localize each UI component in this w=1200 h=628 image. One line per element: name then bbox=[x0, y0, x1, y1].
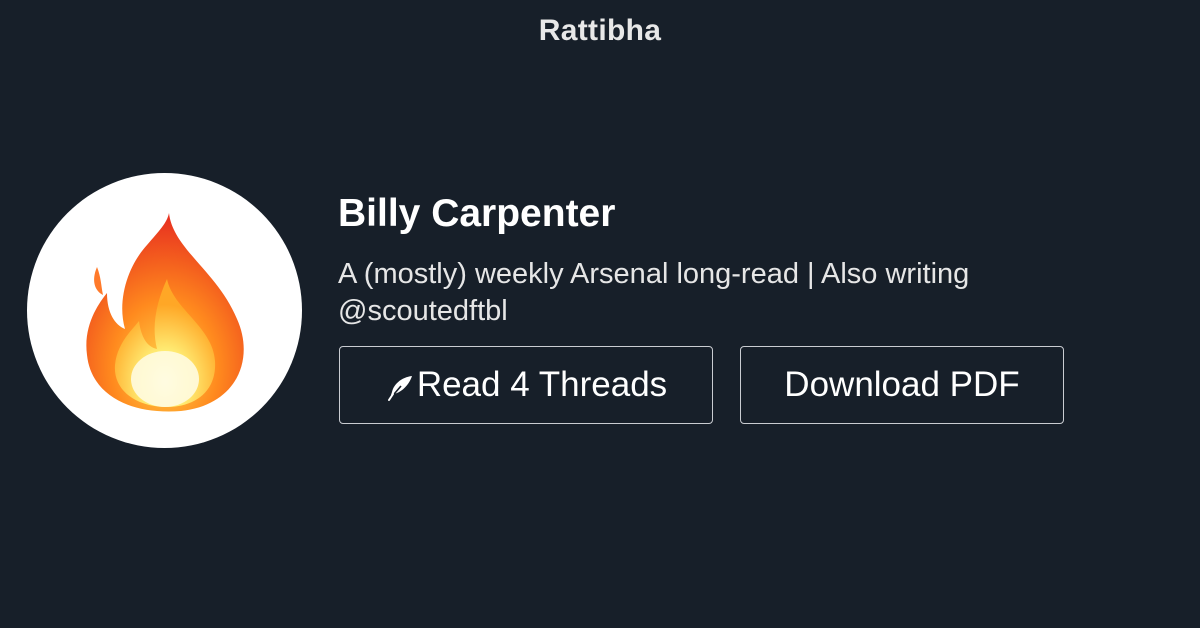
brand-title: Rattibha bbox=[538, 14, 662, 47]
download-pdf-label: Download PDF bbox=[784, 365, 1020, 404]
download-pdf-button[interactable]: Download PDF bbox=[740, 346, 1064, 424]
read-threads-button[interactable]: Read 4 Threads bbox=[339, 346, 713, 424]
feather-icon bbox=[387, 376, 412, 401]
avatar bbox=[27, 173, 302, 448]
fire-icon bbox=[86, 213, 244, 412]
profile-bio: A (mostly) weekly Arsenal long-read | Al… bbox=[338, 258, 970, 327]
read-threads-label: Read 4 Threads bbox=[416, 365, 668, 404]
profile-name: Billy Carpenter bbox=[338, 192, 616, 235]
